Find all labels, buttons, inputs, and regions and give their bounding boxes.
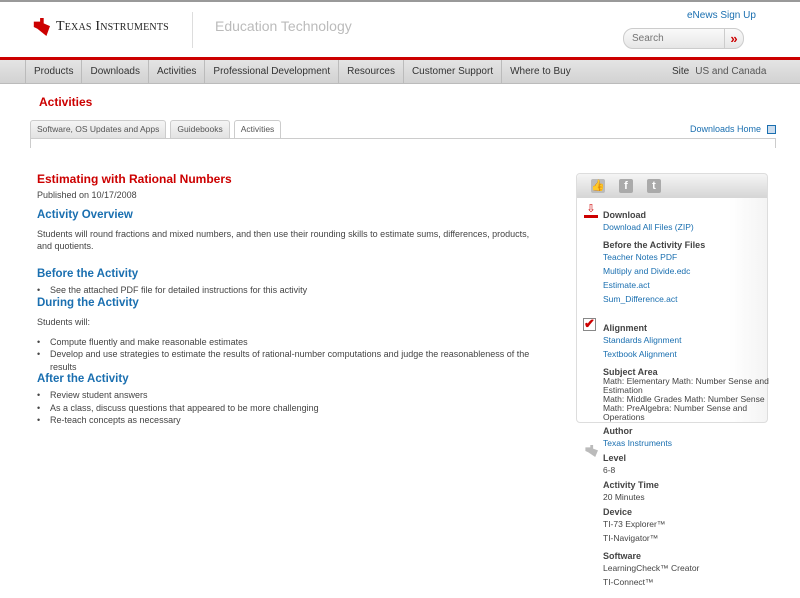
activity-title: Estimating with Rational Numbers <box>37 172 232 186</box>
subject-item: Math: PreAlgebra: Number Sense and Opera… <box>603 403 748 422</box>
file-link[interactable]: Estimate.act <box>603 278 773 292</box>
nav-where-to-buy[interactable]: Where to Buy <box>502 60 579 84</box>
nav-downloads[interactable]: Downloads <box>82 60 149 84</box>
list-item: Re-teach concepts as necessary <box>37 414 537 427</box>
during-heading: During the Activity <box>37 296 139 309</box>
download-icon: ⇩ <box>584 204 598 218</box>
overview-text: Students will round fractions and mixed … <box>37 229 530 251</box>
device-heading: Device <box>603 507 633 517</box>
top-border <box>0 0 800 2</box>
list-item: See the attached PDF file for detailed i… <box>37 284 537 297</box>
nav-professional-development[interactable]: Professional Development <box>205 60 340 84</box>
alignment-heading: Alignment <box>603 323 647 333</box>
brand-name: Texas Instruments <box>56 19 169 34</box>
published-date: Published on 10/17/2008 <box>37 190 137 200</box>
software-heading: Software <box>603 551 642 561</box>
ti-logo-icon <box>33 18 50 36</box>
downloads-home-link[interactable]: Downloads Home <box>690 124 777 134</box>
before-files-heading: Before the Activity Files <box>603 240 706 250</box>
time-value: 20 Minutes <box>603 492 645 502</box>
standards-alignment-link[interactable]: Standards Alignment <box>603 333 773 347</box>
tab-divider-right <box>775 138 776 148</box>
after-heading: After the Activity <box>37 373 129 385</box>
author-heading: Author <box>603 426 633 436</box>
like-icon[interactable]: 👍 <box>591 179 605 193</box>
list-item: Develop and use strategies to estimate t… <box>37 348 537 373</box>
level-heading: Level <box>603 453 627 463</box>
page-title: Activities <box>39 95 93 109</box>
sidebar-content: Download Download All Files (ZIP) Before… <box>603 210 773 589</box>
file-link[interactable]: Sum_Difference.act <box>603 292 773 306</box>
textbook-alignment-link[interactable]: Textbook Alignment <box>603 347 773 361</box>
site-value[interactable]: US and Canada <box>695 66 766 77</box>
device-item: TI-Navigator™ <box>603 533 659 543</box>
twitter-icon[interactable]: t <box>647 179 661 193</box>
download-heading: Download <box>603 210 646 220</box>
nav-products[interactable]: Products <box>26 60 83 84</box>
overview-heading: Activity Overview <box>37 209 133 221</box>
search-box: » <box>623 28 744 49</box>
list-item: Review student answers <box>37 389 537 402</box>
ti-logo[interactable]: Texas Instruments <box>32 18 169 36</box>
list-item: As a class, discuss questions that appea… <box>37 402 537 415</box>
header-divider <box>192 12 193 48</box>
tab-software[interactable]: Software, OS Updates and Apps <box>30 120 167 138</box>
level-value: 6-8 <box>603 465 616 475</box>
tab-activities[interactable]: Activities <box>233 120 282 139</box>
search-input[interactable] <box>624 29 724 48</box>
site-selector[interactable]: Site US and Canada <box>672 66 766 77</box>
time-heading: Activity Time <box>603 480 659 490</box>
facebook-icon[interactable]: f <box>619 179 633 193</box>
site-label: Site <box>672 66 690 77</box>
checkmark-icon: ✔ <box>583 316 596 331</box>
tab-guidebooks[interactable]: Guidebooks <box>170 120 230 138</box>
subject-item: Math: Elementary Math: Number Sense and … <box>603 376 769 395</box>
enews-signup-link[interactable]: eNews Sign Up <box>687 10 756 21</box>
nav-resources[interactable]: Resources <box>339 60 404 84</box>
file-link[interactable]: Multiply and Divide.edc <box>603 264 773 278</box>
tab-divider <box>30 138 776 139</box>
ti-author-icon <box>585 445 598 457</box>
home-icon[interactable] <box>767 124 777 134</box>
share-bar: 👍 f t <box>577 174 767 198</box>
file-link[interactable]: Teacher Notes PDF <box>603 250 773 264</box>
device-item: TI-73 Explorer™ <box>603 519 666 529</box>
nav-customer-support[interactable]: Customer Support <box>404 60 503 84</box>
section-title: Education Technology <box>215 18 352 34</box>
during-intro: Students will: <box>37 316 91 327</box>
tab-bar: Software, OS Updates and Apps Guidebooks… <box>30 120 282 139</box>
before-heading: Before the Activity <box>37 268 139 280</box>
activity-content: Estimating with Rational Numbers Publish… <box>37 172 537 427</box>
software-item: LearningCheck™ Creator <box>603 563 700 573</box>
list-item: Compute fluently and make reasonable est… <box>37 336 537 349</box>
author-link[interactable]: Texas Instruments <box>603 436 773 450</box>
nav-activities[interactable]: Activities <box>149 60 206 84</box>
download-all-link[interactable]: Download All Files (ZIP) <box>603 220 773 234</box>
tab-divider-left <box>30 138 31 148</box>
downloads-home-label[interactable]: Downloads Home <box>690 124 761 134</box>
software-item: TI-Connect™ <box>603 577 654 587</box>
search-button[interactable]: » <box>724 29 743 48</box>
